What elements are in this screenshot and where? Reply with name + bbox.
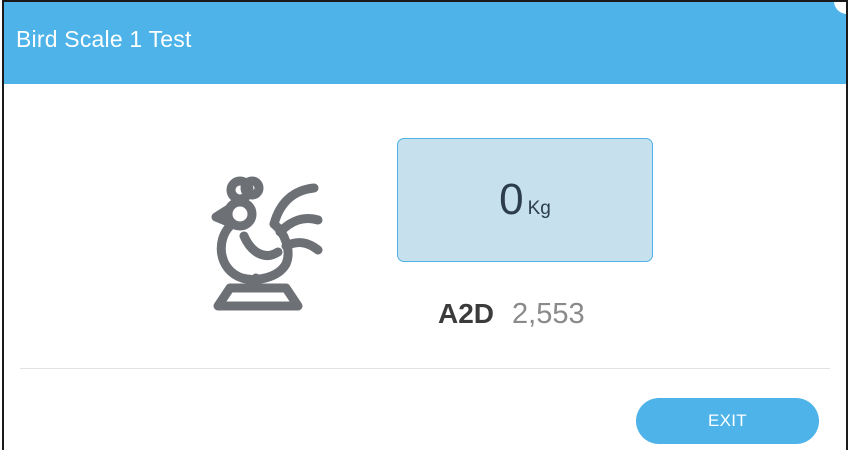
a2d-label: A2D [438,298,495,329]
weight-readout: 0 Kg [398,175,652,225]
footer-divider [20,368,830,369]
bird-on-scale-icon [194,170,324,312]
dialog-header: Bird Scale 1 Test [4,2,846,84]
weight-unit: Kg [527,198,551,219]
dialog-title: Bird Scale 1 Test [16,26,192,52]
close-corner [834,2,846,14]
a2d-reading: A2D 2,553 [438,298,585,331]
scale-test-dialog: Bird Scale 1 Test 0 Kg A2D 2,553 EXIT [2,0,848,450]
weight-display: 0 Kg [397,138,653,262]
a2d-value: 2,553 [512,298,585,330]
exit-button[interactable]: EXIT [636,398,819,444]
weight-value: 0 [499,175,524,224]
